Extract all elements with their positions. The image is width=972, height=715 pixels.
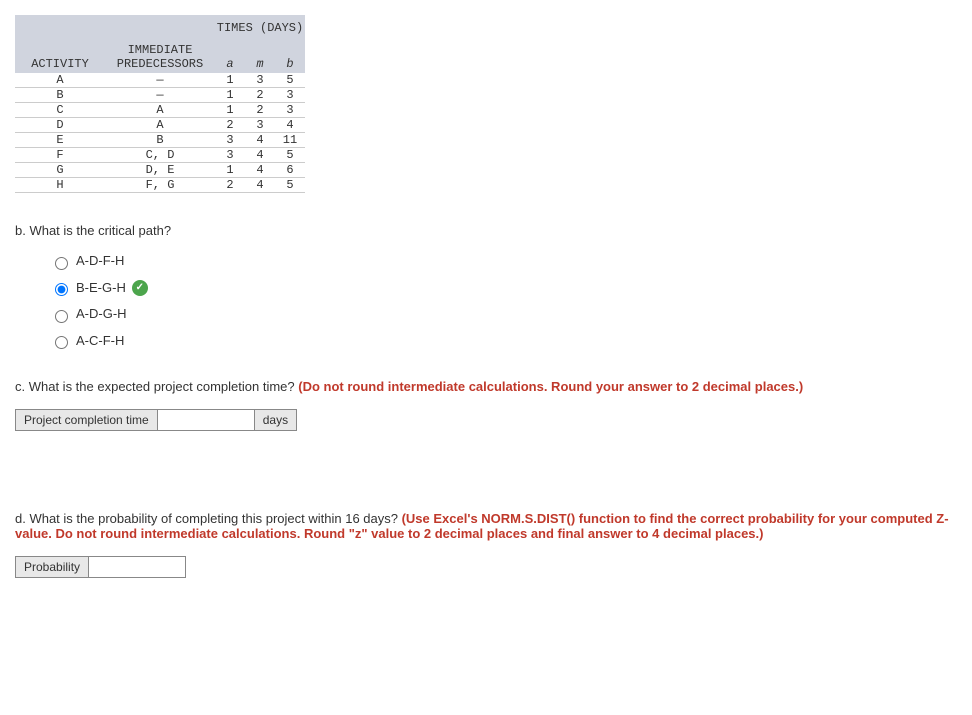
cell-b: 5 (275, 178, 305, 193)
probability-input[interactable] (89, 557, 186, 578)
cell-activity: D (15, 118, 105, 133)
option-label: B-E-G-H (76, 280, 126, 295)
option-label: A-D-G-H (76, 306, 127, 321)
cell-a: 2 (215, 118, 245, 133)
cell-m: 2 (245, 88, 275, 103)
col-predecessors: IMMEDIATE PREDECESSORS (105, 41, 215, 73)
cell-pred: — (105, 73, 215, 88)
option: B-E-G-H ✓ (50, 280, 957, 297)
cell-a: 1 (215, 163, 245, 178)
radio-B-E-G-H[interactable] (55, 283, 68, 296)
cell-m: 4 (245, 148, 275, 163)
cell-activity: H (15, 178, 105, 193)
question-d-prompt-black: d. What is the probability of completing… (15, 511, 402, 526)
times-header: TIMES (DAYS) (215, 15, 305, 41)
table-row: A—135 (15, 73, 305, 88)
cell-pred: C, D (105, 148, 215, 163)
table-row: EB3411 (15, 133, 305, 148)
cell-b: 3 (275, 88, 305, 103)
radio-A-D-G-H[interactable] (55, 310, 68, 323)
question-d: d. What is the probability of completing… (15, 511, 957, 541)
probability-label: Probability (16, 557, 89, 578)
table-row: DA234 (15, 118, 305, 133)
cell-b: 6 (275, 163, 305, 178)
cell-b: 5 (275, 73, 305, 88)
cell-m: 4 (245, 178, 275, 193)
cell-activity: G (15, 163, 105, 178)
cell-a: 3 (215, 133, 245, 148)
col-a: a (215, 41, 245, 73)
options-b: A-D-F-H B-E-G-H ✓ A-D-G-H A-C-F-H (50, 253, 957, 349)
cell-pred: B (105, 133, 215, 148)
cell-pred: A (105, 103, 215, 118)
cell-a: 3 (215, 148, 245, 163)
cell-a: 1 (215, 103, 245, 118)
project-completion-input[interactable] (157, 410, 254, 431)
option: A-D-G-H (50, 306, 957, 323)
cell-b: 4 (275, 118, 305, 133)
option-label: A-D-F-H (76, 253, 124, 268)
cell-b: 11 (275, 133, 305, 148)
activity-table: TIMES (DAYS) ACTIVITY IMMEDIATE PREDECES… (15, 15, 305, 193)
cell-m: 4 (245, 133, 275, 148)
cell-b: 5 (275, 148, 305, 163)
table-row: CA123 (15, 103, 305, 118)
cell-m: 3 (245, 73, 275, 88)
option: A-C-F-H (50, 333, 957, 350)
cell-pred: D, E (105, 163, 215, 178)
cell-b: 3 (275, 103, 305, 118)
radio-A-C-F-H[interactable] (55, 336, 68, 349)
radio-A-D-F-H[interactable] (55, 257, 68, 270)
cell-pred: F, G (105, 178, 215, 193)
cell-activity: C (15, 103, 105, 118)
question-b-prompt: b. What is the critical path? (15, 223, 171, 238)
cell-a: 1 (215, 88, 245, 103)
col-b: b (275, 41, 305, 73)
cell-activity: A (15, 73, 105, 88)
cell-m: 2 (245, 103, 275, 118)
table-row: FC, D345 (15, 148, 305, 163)
probability-input-table: Probability (15, 556, 186, 578)
project-completion-label: Project completion time (16, 410, 158, 431)
question-c-prompt-black: c. What is the expected project completi… (15, 379, 298, 394)
cell-activity: E (15, 133, 105, 148)
col-m: m (245, 41, 275, 73)
project-completion-input-table: Project completion time days (15, 409, 297, 431)
table-row: HF, G245 (15, 178, 305, 193)
cell-pred: A (105, 118, 215, 133)
option: A-D-F-H (50, 253, 957, 270)
project-completion-unit: days (254, 410, 296, 431)
check-icon: ✓ (132, 280, 148, 296)
question-c-prompt-red: (Do not round intermediate calculations.… (298, 379, 803, 394)
question-b: b. What is the critical path? (15, 223, 957, 238)
option-label: A-C-F-H (76, 333, 124, 348)
cell-pred: — (105, 88, 215, 103)
table-row: GD, E146 (15, 163, 305, 178)
col-activity: ACTIVITY (15, 41, 105, 73)
table-row: B—123 (15, 88, 305, 103)
cell-m: 3 (245, 118, 275, 133)
question-c: c. What is the expected project completi… (15, 379, 957, 394)
cell-a: 2 (215, 178, 245, 193)
cell-activity: B (15, 88, 105, 103)
cell-m: 4 (245, 163, 275, 178)
cell-a: 1 (215, 73, 245, 88)
cell-activity: F (15, 148, 105, 163)
